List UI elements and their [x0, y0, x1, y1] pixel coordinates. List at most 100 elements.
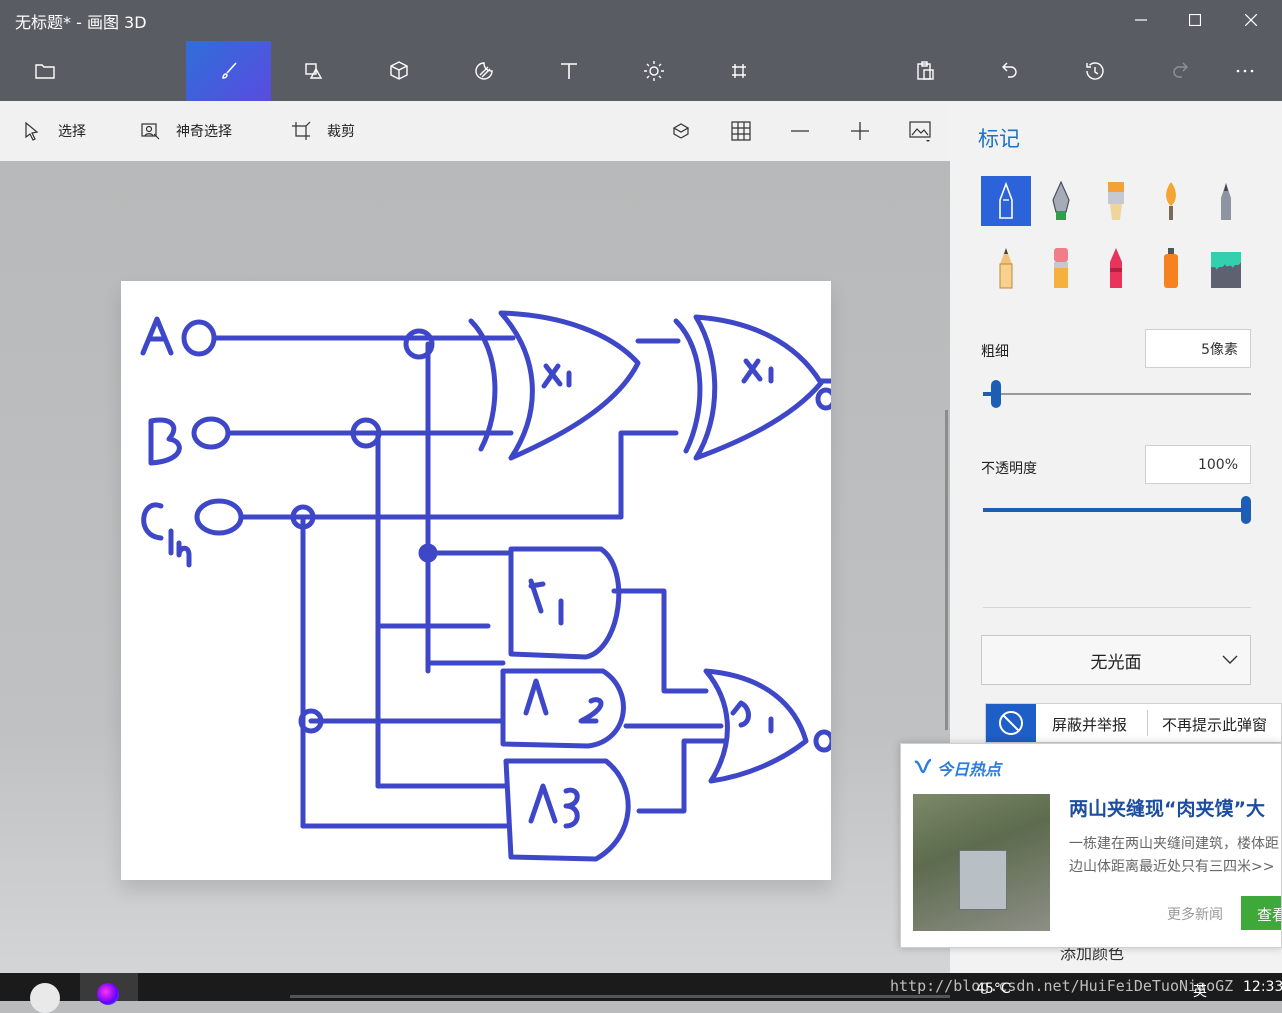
- more-news-link[interactable]: 更多新闻: [1167, 904, 1223, 924]
- undo-button[interactable]: [967, 41, 1052, 101]
- brush-calligraphy-pen[interactable]: [1036, 176, 1086, 226]
- tab-stickers[interactable]: [441, 41, 526, 101]
- brush-watercolor[interactable]: [1146, 176, 1196, 226]
- maximize-button[interactable]: [1166, 0, 1224, 40]
- brush-icon: [221, 62, 237, 79]
- tab-3d-shapes[interactable]: [356, 41, 441, 101]
- pixel-pen-icon: [1221, 183, 1231, 220]
- marker-icon: [999, 181, 1013, 219]
- magic-select-label: 神奇选择: [176, 124, 232, 140]
- brush-marker[interactable]: [981, 176, 1031, 226]
- brush-pencil[interactable]: [981, 243, 1031, 293]
- xor-gate-2: [673, 314, 824, 461]
- block-report-button[interactable]: 屏蔽并举报: [1052, 714, 1127, 735]
- minimize-button[interactable]: [1112, 0, 1170, 40]
- tab-canvas[interactable]: [696, 41, 781, 101]
- zoom-in-button[interactable]: [840, 101, 880, 161]
- tab-menu[interactable]: [2, 41, 87, 101]
- tab-text[interactable]: [526, 41, 611, 101]
- opacity-slider-thumb[interactable]: [1241, 496, 1251, 524]
- paste-icon: [916, 61, 934, 80]
- vertical-scrollbar[interactable]: [945, 410, 948, 730]
- news-body-line2: 边山体距离最近处只有三四米>>: [1069, 859, 1275, 875]
- input-b-terminal: [191, 416, 231, 450]
- block-icon: [999, 711, 1023, 735]
- gate-label-x1b: [741, 358, 774, 384]
- user-avatar-icon[interactable]: [30, 983, 60, 1013]
- chevron-down-icon: [1222, 655, 1238, 664]
- minus-icon: [791, 130, 809, 132]
- sub-toolbar: 选择 神奇选择 裁剪: [0, 101, 950, 161]
- fill-bucket-icon: [1211, 252, 1241, 288]
- redo-icon: [1172, 62, 1188, 78]
- or-input-wires: [611, 588, 727, 814]
- more-button[interactable]: [1208, 41, 1282, 101]
- undo-icon: [1001, 62, 1017, 78]
- thickness-slider-thumb[interactable]: [991, 380, 1001, 408]
- crop-icon: [292, 121, 311, 140]
- letter-a-stroke: [140, 316, 174, 356]
- temperature: 45°C: [976, 981, 1011, 997]
- building-image: [959, 850, 1007, 910]
- paint3d-task[interactable]: [80, 973, 138, 1005]
- select-button[interactable]: 选择: [22, 101, 86, 161]
- no-more-button[interactable]: 不再提示此弹窗: [1162, 714, 1267, 735]
- select-label: 选择: [58, 124, 86, 140]
- image-view-button[interactable]: [900, 101, 940, 161]
- folder-icon: [34, 64, 55, 79]
- taskbar-track: [290, 995, 950, 998]
- history-button[interactable]: [1052, 41, 1137, 101]
- image-icon: [909, 121, 931, 142]
- block-badge: [986, 704, 1036, 742]
- thickness-label: 粗细: [981, 344, 1009, 360]
- close-icon: [1245, 14, 1257, 26]
- brush-crayon[interactable]: [1091, 243, 1141, 293]
- letter-b-stroke: [148, 417, 182, 466]
- magic-select-icon: [141, 123, 160, 140]
- wire-cin-xor2: [618, 430, 679, 520]
- gate-label-x1: [541, 363, 572, 389]
- zoom-out-button[interactable]: [780, 101, 820, 161]
- ime-indicator[interactable]: 英: [1193, 981, 1207, 1001]
- letter-cin-stroke: [141, 502, 192, 568]
- plus-icon: [851, 122, 869, 140]
- brush-pixel-pen[interactable]: [1201, 176, 1251, 226]
- gate-label-a3: [528, 783, 580, 829]
- paint3d-app-icon: [97, 983, 119, 1005]
- hotspot-logo-icon: [914, 758, 932, 774]
- opacity-input[interactable]: 100%: [1145, 445, 1251, 484]
- xor-gate-1: [468, 310, 641, 461]
- brush-oil[interactable]: [1091, 176, 1141, 226]
- taskbar: http://blog.csdn.net/HuiFeiDeTuoNiaoGZ 4…: [0, 973, 1282, 1013]
- view-button[interactable]: 查看: [1241, 896, 1281, 930]
- spray-can-icon: [1164, 248, 1178, 288]
- paste-button[interactable]: [882, 41, 967, 101]
- close-button[interactable]: [1222, 0, 1280, 40]
- magic-select-button[interactable]: 神奇选择: [140, 101, 232, 161]
- news-body-line1: 一栋建在两山夹缝间建筑，楼体距: [1069, 836, 1279, 852]
- brush-spray-can[interactable]: [1146, 243, 1196, 293]
- news-headline[interactable]: 两山夹缝现“肉夹馍”大: [1069, 794, 1265, 821]
- cursor-icon: [25, 121, 39, 141]
- brush-fill[interactable]: [1201, 243, 1251, 293]
- brush-eraser[interactable]: [1036, 243, 1086, 293]
- shapes-icon: [304, 63, 322, 79]
- clock[interactable]: 12:33: [1243, 979, 1282, 995]
- history-icon: [1085, 62, 1104, 80]
- thickness-input[interactable]: 5像素: [1145, 329, 1251, 368]
- pencil-icon: [999, 248, 1013, 289]
- maximize-icon: [1189, 14, 1201, 26]
- grid-button[interactable]: [721, 101, 761, 161]
- tab-effects[interactable]: [611, 41, 696, 101]
- crop-button[interactable]: 裁剪: [291, 101, 355, 161]
- drawing-canvas[interactable]: [121, 281, 831, 880]
- news-thumbnail[interactable]: [913, 794, 1050, 931]
- oil-brush-icon: [1108, 182, 1124, 220]
- tab-art-tools[interactable]: [186, 41, 271, 101]
- finish-dropdown[interactable]: 无光面: [981, 635, 1251, 685]
- popup-bar-divider: [1147, 710, 1148, 736]
- sticker-icon: [474, 62, 493, 80]
- panel-divider: [983, 607, 1251, 608]
- tab-2d-shapes[interactable]: [271, 41, 356, 101]
- view-3d-button[interactable]: [661, 101, 701, 161]
